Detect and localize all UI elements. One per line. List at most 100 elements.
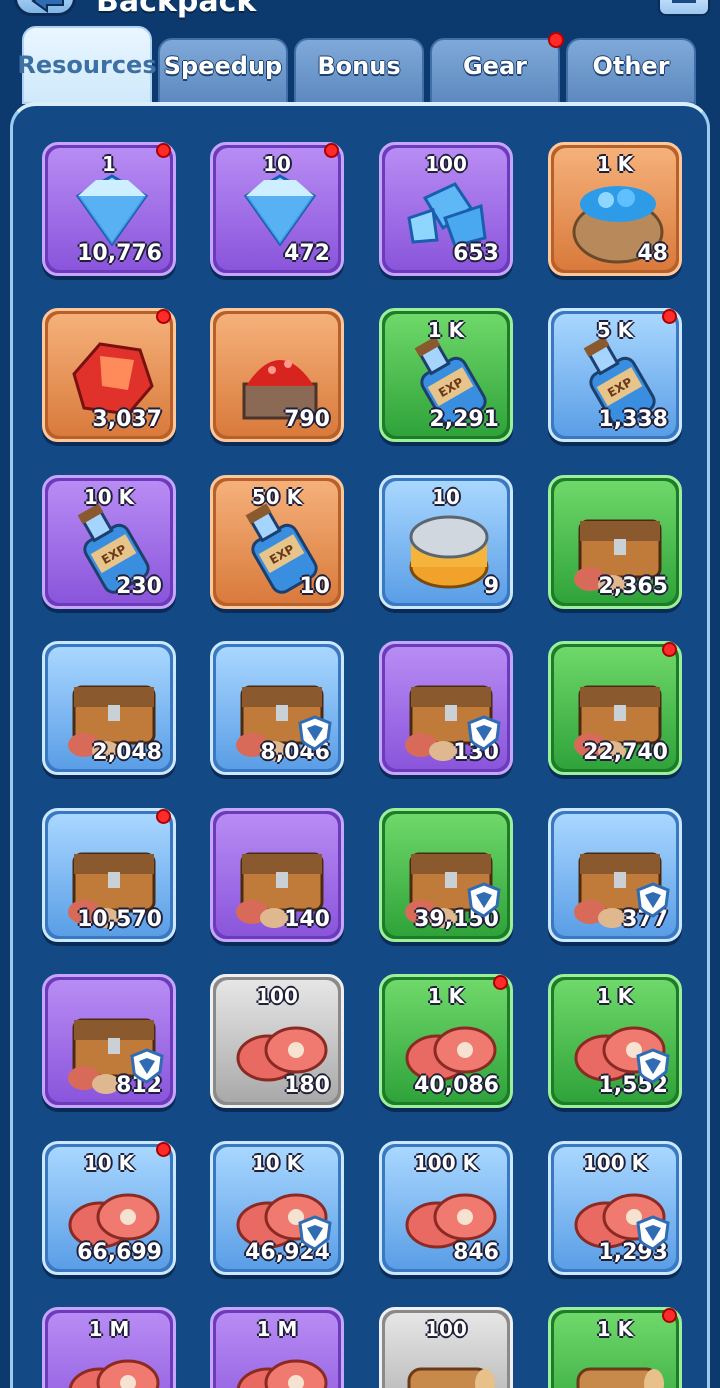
inventory-item[interactable]: 100 653 (379, 142, 513, 276)
item-background: EXP 50 K 10 (216, 481, 338, 603)
item-denomination: 10 K (83, 485, 135, 509)
notification-dot (324, 143, 339, 158)
shield-icon (298, 715, 332, 751)
inventory-item[interactable]: 10 K 66,699 (42, 1141, 176, 1275)
item-count: 2,291 (429, 407, 499, 432)
item-background: 10 9 (385, 481, 507, 603)
item-background: 812 (48, 980, 170, 1102)
item-denomination: 5 K (596, 318, 634, 342)
inventory-item[interactable]: 377 (548, 808, 682, 942)
item-count: 653 (453, 241, 499, 266)
inventory-item[interactable]: 1 K (548, 1307, 682, 1388)
inventory-item[interactable]: 10 472 (210, 142, 344, 276)
tab-gear[interactable]: Gear (430, 32, 564, 104)
inventory-item[interactable]: 39,150 (379, 808, 513, 942)
item-background: 1 10,776 (48, 148, 170, 270)
inventory-item[interactable]: EXP 5 K 1,338 (548, 308, 682, 442)
menu-button[interactable] (658, 0, 710, 16)
item-denomination: 1 M (88, 1317, 130, 1341)
item-background: 1 K (554, 1313, 676, 1388)
inventory-item[interactable]: 1 K 1,552 (548, 974, 682, 1108)
item-background: 1 K 40,086 (385, 980, 507, 1102)
item-background: 10 K 66,699 (48, 1147, 170, 1269)
item-background: 100 180 (216, 980, 338, 1102)
item-denomination: 1 (102, 152, 116, 176)
inventory-item[interactable]: 2,365 (548, 475, 682, 609)
shield-icon (130, 1048, 164, 1084)
notification-dot (156, 309, 171, 324)
inventory-item[interactable]: 140 (210, 808, 344, 942)
inventory-item[interactable]: 812 (42, 974, 176, 1108)
item-count: 472 (284, 241, 330, 266)
item-background: 2,365 (554, 481, 676, 603)
back-arrow-icon (31, 0, 64, 13)
back-button[interactable] (14, 0, 76, 16)
inventory-item[interactable]: 1 M (42, 1307, 176, 1388)
inventory-item[interactable]: 100 (379, 1307, 513, 1388)
item-count: 2,365 (598, 574, 668, 599)
inventory-item[interactable]: 22,740 (548, 641, 682, 775)
item-count: 230 (116, 574, 162, 599)
inventory-item[interactable]: 100 K 1,293 (548, 1141, 682, 1275)
item-background: 140 (216, 814, 338, 936)
item-denomination: 50 K (251, 485, 303, 509)
item-denomination: 1 K (596, 984, 634, 1008)
notification-dot (662, 309, 677, 324)
item-background: 1 M (216, 1313, 338, 1388)
item-denomination: 100 (425, 1317, 467, 1341)
tab-other[interactable]: Other (566, 38, 696, 104)
inventory-item[interactable]: 1 K 40,086 (379, 974, 513, 1108)
item-count: 2,048 (92, 740, 162, 765)
item-count: 40,086 (414, 1073, 499, 1098)
tab-bar: Resources Speedup Bonus Gear Other (17, 26, 702, 106)
shield-icon (636, 1215, 670, 1251)
item-background: 790 (216, 314, 338, 436)
item-denomination: 1 K (427, 984, 465, 1008)
shield-icon (636, 1048, 670, 1084)
item-background: 130 (385, 647, 507, 769)
inventory-item[interactable]: 10 9 (379, 475, 513, 609)
item-count: 10,570 (77, 907, 162, 932)
inventory-item[interactable]: 8,046 (210, 641, 344, 775)
item-background: 10 K 46,924 (216, 1147, 338, 1269)
inventory-item[interactable]: 100 K 846 (379, 1141, 513, 1275)
item-background: 22,740 (554, 647, 676, 769)
inventory-item[interactable]: 3,037 (42, 308, 176, 442)
inventory-item[interactable]: EXP 10 K 230 (42, 475, 176, 609)
item-count: 10 (299, 574, 330, 599)
inventory-item[interactable]: 100 180 (210, 974, 344, 1108)
item-background: 100 653 (385, 148, 507, 270)
item-background: EXP 10 K 230 (48, 481, 170, 603)
inventory-item[interactable]: 1 K 48 (548, 142, 682, 276)
item-background: 1 M (48, 1313, 170, 1388)
notification-dot (493, 975, 508, 990)
inventory-item[interactable]: 1 M (210, 1307, 344, 1388)
item-denomination: 100 K (582, 1151, 648, 1175)
inventory-item[interactable]: 1 10,776 (42, 142, 176, 276)
inventory-item[interactable]: EXP 50 K 10 (210, 475, 344, 609)
inventory-item[interactable]: 10 K 46,924 (210, 1141, 344, 1275)
item-denomination: 10 (432, 485, 460, 509)
tab-bonus[interactable]: Bonus (294, 38, 424, 104)
notification-dot (156, 143, 171, 158)
item-background: EXP 5 K 1,338 (554, 314, 676, 436)
tab-resources[interactable]: Resources (17, 26, 157, 104)
item-background: EXP 1 K 2,291 (385, 314, 507, 436)
item-denomination: 100 (425, 152, 467, 176)
item-count: 10,776 (77, 241, 162, 266)
inventory-item[interactable]: 10,570 (42, 808, 176, 942)
item-count: 1,338 (598, 407, 668, 432)
tab-speedup[interactable]: Speedup (158, 38, 288, 104)
item-count: 48 (637, 241, 668, 266)
item-denomination: 10 K (251, 1151, 303, 1175)
inventory-item[interactable]: 790 (210, 308, 344, 442)
notification-dot (662, 642, 677, 657)
item-denomination: 1 M (256, 1317, 298, 1341)
item-denomination: 100 K (413, 1151, 479, 1175)
inventory-item[interactable]: 130 (379, 641, 513, 775)
item-denomination: 1 K (596, 1317, 634, 1341)
item-denomination: 1 K (596, 152, 634, 176)
item-background: 8,046 (216, 647, 338, 769)
inventory-item[interactable]: EXP 1 K 2,291 (379, 308, 513, 442)
inventory-item[interactable]: 2,048 (42, 641, 176, 775)
